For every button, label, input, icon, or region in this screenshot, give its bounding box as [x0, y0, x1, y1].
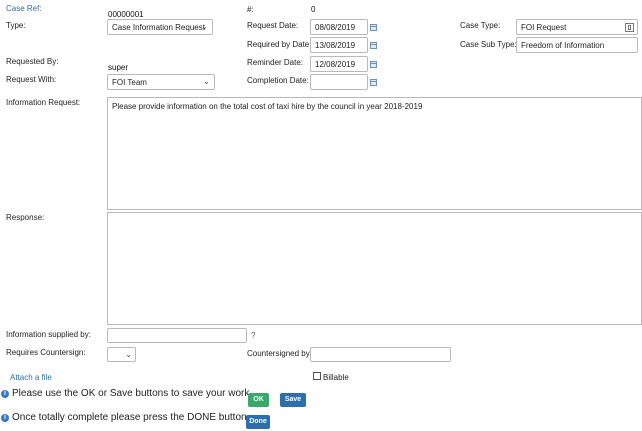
chevron-down-icon: ⌄ [125, 350, 132, 359]
save-button[interactable]: Save [280, 393, 306, 407]
countersigned-by-label: Countersigned by: [247, 349, 312, 358]
attach-file-link[interactable]: Attach a file [10, 373, 52, 382]
type-label: Type: [6, 21, 26, 30]
chevron-down-icon: ⌄ [201, 22, 208, 31]
calendar-icon[interactable] [370, 24, 377, 31]
case-sub-type-label: Case Sub Type: [460, 40, 517, 49]
info-icon: i [1, 390, 9, 398]
type-select[interactable]: Case Information Request ⌄ [107, 19, 213, 35]
reminder-date-value: 12/08/2019 [315, 60, 356, 69]
requested-by-value: super [108, 63, 129, 72]
countersigned-by-input[interactable] [310, 347, 451, 362]
lookup-icon[interactable] [625, 23, 634, 32]
chevron-down-icon: ⌄ [203, 77, 210, 86]
reminder-date-label: Reminder Date: [247, 58, 304, 67]
case-type-value: FOI Request [521, 23, 567, 32]
case-type-label: Case Type: [460, 21, 501, 30]
info-icon: i [1, 414, 9, 422]
information-supplied-by-input[interactable] [107, 328, 247, 343]
reminder-date-input[interactable]: 12/08/2019 [310, 56, 368, 72]
hash-value: 0 [311, 5, 316, 14]
done-button[interactable]: Done [246, 415, 270, 429]
information-request-textarea[interactable]: Please provide information on the total … [107, 97, 642, 210]
request-date-value: 08/08/2019 [315, 23, 356, 32]
calendar-icon[interactable] [370, 42, 377, 49]
required-by-date-value: 13/08/2019 [315, 41, 356, 50]
calendar-icon[interactable] [370, 79, 377, 86]
save-hint-message: Please use the OK or Save buttons to sav… [12, 388, 253, 399]
case-type-input[interactable]: FOI Request [516, 19, 638, 35]
completion-date-label: Completion Date: [247, 76, 309, 85]
request-with-label: Request With: [6, 75, 57, 84]
calendar-icon[interactable] [370, 61, 377, 68]
information-supplied-by-label: Information supplied by: [6, 330, 91, 339]
required-by-date-label: Required by Date: [247, 40, 312, 49]
billable-label: Billable [323, 373, 349, 382]
question-icon[interactable]: ? [251, 331, 255, 340]
information-request-text: Please provide information on the total … [112, 102, 423, 111]
request-with-value: FOI Team [112, 78, 147, 87]
requested-by-label: Requested By: [6, 57, 59, 66]
response-textarea[interactable] [107, 212, 642, 325]
required-by-date-input[interactable]: 13/08/2019 [310, 37, 368, 53]
billable-checkbox[interactable] [313, 372, 321, 380]
request-date-label: Request Date: [247, 21, 299, 30]
requires-countersign-label: Requires Countersign: [6, 348, 86, 357]
completion-date-input[interactable] [310, 74, 368, 90]
case-sub-type-value: Freedom of Information [521, 41, 605, 50]
case-sub-type-input[interactable]: Freedom of Information [516, 37, 638, 53]
hash-label: #: [247, 5, 254, 14]
information-request-label: Information Request: [6, 98, 81, 107]
request-date-input[interactable]: 08/08/2019 [310, 19, 368, 35]
response-label: Response: [6, 213, 45, 222]
case-ref-label: Case Ref: [6, 4, 42, 13]
ok-button[interactable]: OK [248, 393, 269, 407]
requires-countersign-select[interactable]: ⌄ [107, 347, 136, 362]
type-select-value: Case Information Request [112, 23, 205, 32]
done-hint-message: Once totally complete please press the D… [12, 412, 250, 423]
case-ref-value: 00000001 [108, 10, 144, 19]
request-with-select[interactable]: FOI Team ⌄ [107, 74, 215, 90]
